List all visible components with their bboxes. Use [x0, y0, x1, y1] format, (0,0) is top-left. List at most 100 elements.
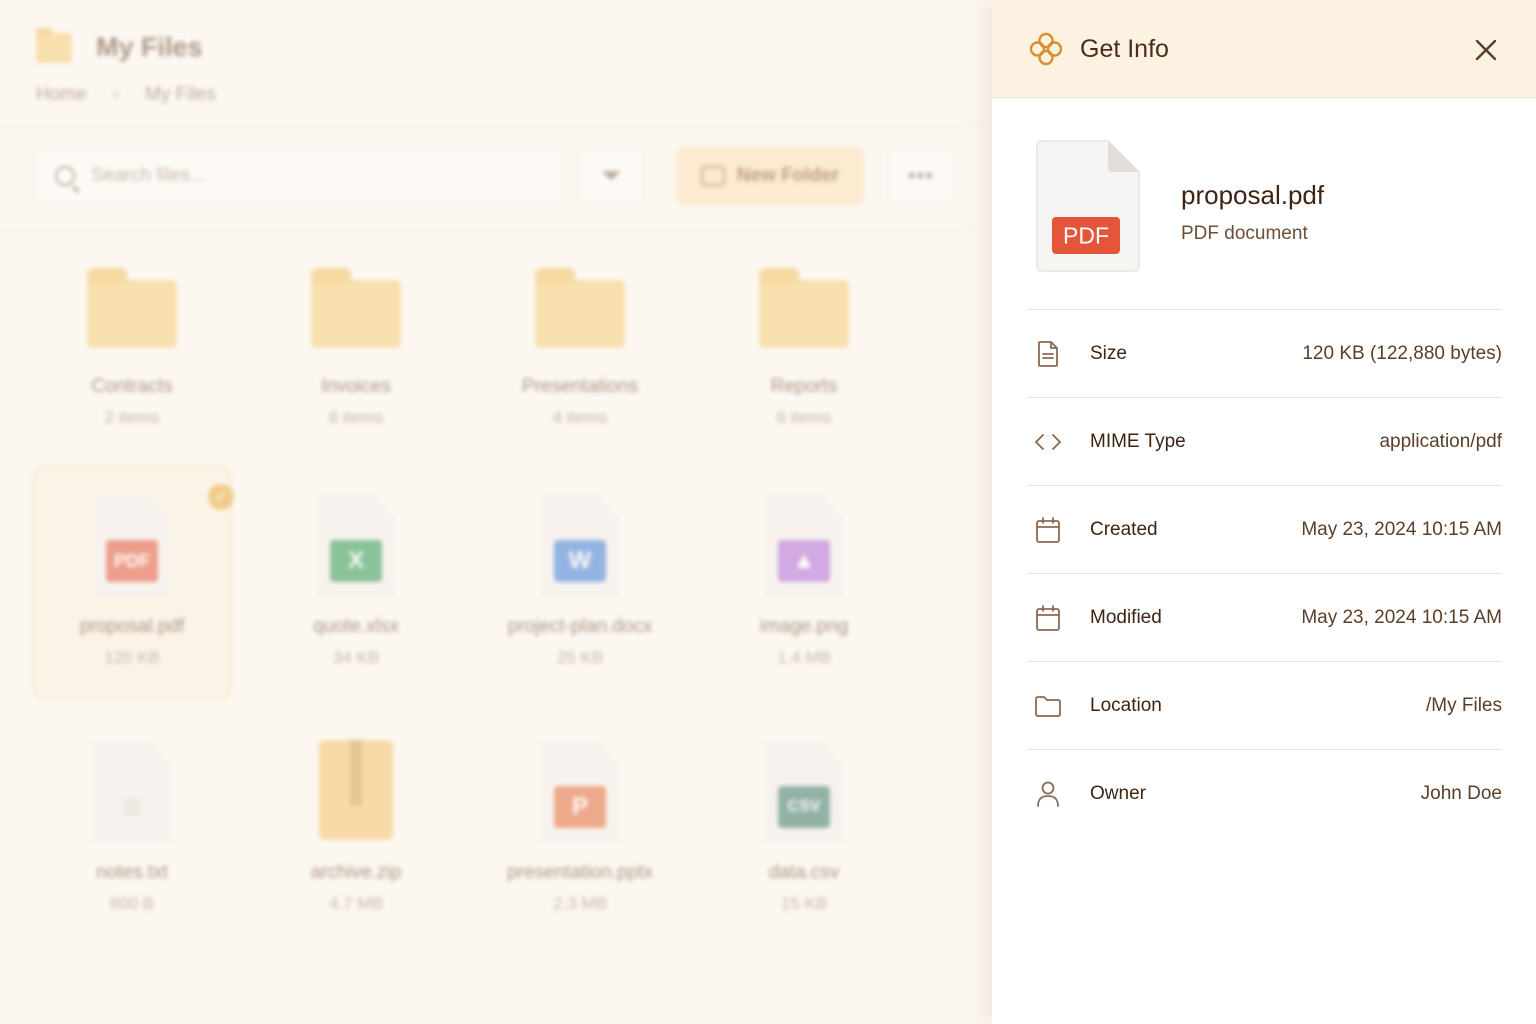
filter-button[interactable]: ⏷ — [578, 148, 644, 204]
file-manager-background: My Files Home › My Files Search files...… — [0, 0, 992, 1024]
file-type: PDF document — [1181, 223, 1308, 244]
row-value: application/pdf — [1379, 430, 1502, 452]
tile-name: data.csv — [768, 862, 840, 883]
chevron-right-icon: › — [112, 84, 120, 105]
folder-tile[interactable]: Invoices 8 items — [244, 246, 468, 428]
pdf-badge-text: PDF — [1063, 223, 1109, 249]
document-icon — [1038, 340, 1058, 367]
file-tile[interactable]: ▲ image.png 1.4 MB — [692, 494, 916, 668]
new-folder-button[interactable]: New Folder — [676, 146, 864, 206]
code-icon — [1035, 433, 1061, 450]
filter-icon: ⏷ — [600, 160, 622, 190]
folder-icon — [311, 268, 401, 348]
row-label: Size — [1090, 342, 1127, 364]
tile-name: Invoices — [321, 376, 391, 397]
csv-badge: CSV — [778, 786, 830, 828]
tile-meta: 4.7 MB — [329, 894, 383, 913]
toolbar: Search files... ⏷ New Folder ••• — [0, 126, 992, 230]
tile-name: archive.zip — [310, 862, 402, 883]
text-file-icon: ≡ — [92, 740, 172, 844]
user-icon — [1037, 781, 1059, 807]
search-input[interactable]: Search files... — [34, 148, 562, 204]
csv-file-icon: CSV — [764, 740, 844, 844]
calendar-icon — [1036, 516, 1060, 543]
txt-badge: ≡ — [122, 787, 142, 826]
get-info-panel: Get Info PDF proposal.pdf PDF document S… — [992, 0, 1536, 1024]
file-tile[interactable]: ≡ notes.txt 800 B — [20, 740, 244, 914]
tile-meta: 1.4 MB — [777, 648, 831, 667]
file-tile[interactable]: X quote.xlsx 34 KB — [244, 494, 468, 668]
breadcrumb-home[interactable]: Home — [36, 84, 87, 106]
tile-meta: 6 items — [776, 408, 832, 427]
row-label: Owner — [1090, 783, 1146, 804]
tile-meta: 800 B — [109, 894, 155, 913]
file-tile[interactable]: archive.zip 4.7 MB — [244, 740, 468, 914]
breadcrumb-current: My Files — [145, 84, 216, 105]
panel-header: Get Info — [992, 0, 1536, 98]
row-value: John Doe — [1420, 783, 1502, 804]
tile-meta: 8 items — [328, 408, 384, 427]
file-summary: PDF proposal.pdf PDF document — [1028, 98, 1502, 310]
info-row-created: Created May 23, 2024 10:15 AM — [1028, 486, 1502, 574]
folder-icon — [535, 268, 625, 348]
row-label: Location — [1090, 694, 1162, 716]
bg-header: My Files Home › My Files — [0, 0, 992, 126]
tile-meta: 15 KB — [780, 894, 828, 913]
xlsx-badge: X — [330, 540, 382, 582]
file-tile[interactable]: PDF proposal.pdf 120 KB — [20, 494, 244, 668]
docx-badge: W — [554, 540, 606, 582]
file-tile[interactable]: W project-plan.docx 25 KB — [468, 494, 692, 668]
tile-name: proposal.pdf — [79, 616, 185, 637]
row-value: May 23, 2024 10:15 AM — [1301, 518, 1502, 540]
tile-name: Reports — [770, 376, 838, 397]
row-value: May 23, 2024 10:15 AM — [1301, 606, 1502, 628]
more-button[interactable]: ••• — [888, 148, 954, 204]
more-icon: ••• — [907, 163, 935, 188]
new-folder-label: New Folder — [736, 165, 840, 186]
pdf-badge: PDF — [106, 540, 158, 582]
info-row-modified: Modified May 23, 2024 10:15 AM — [1028, 574, 1502, 662]
folder-tile[interactable]: Presentations 4 items — [468, 246, 692, 428]
row-value: /My Files — [1426, 694, 1502, 716]
pptx-badge: P — [554, 786, 606, 828]
search-placeholder: Search files... — [91, 165, 207, 186]
info-row-location: Location /My Files — [1028, 662, 1502, 750]
panel-title: Get Info — [1080, 35, 1169, 63]
folder-icon — [36, 27, 72, 63]
row-value: 120 KB (122,880 bytes) — [1302, 342, 1502, 364]
tile-meta: 2.3 MB — [553, 894, 607, 913]
page-title: My Files — [96, 32, 203, 62]
tile-name: Contracts — [91, 376, 173, 397]
pdf-file-icon: PDF — [92, 494, 172, 598]
tile-meta: 25 KB — [556, 648, 604, 667]
word-file-icon: W — [540, 494, 620, 598]
tile-name: Presentations — [521, 376, 639, 397]
file-tile[interactable]: CSV data.csv 15 KB — [692, 740, 916, 914]
row-label: Created — [1090, 518, 1158, 540]
info-row-mime-type: MIME Type application/pdf — [1028, 398, 1502, 486]
folder-tile[interactable]: Reports 6 items — [692, 246, 916, 428]
tile-meta: 2 items — [104, 408, 160, 427]
spreadsheet-file-icon: X — [316, 494, 396, 598]
search-icon — [55, 166, 75, 186]
tile-meta: 34 KB — [332, 648, 380, 667]
info-rows: Size 120 KB (122,880 bytes) MIME Type ap… — [1028, 310, 1502, 838]
file-name: proposal.pdf — [1181, 180, 1325, 210]
calendar-icon — [1036, 604, 1060, 631]
info-row-size: Size 120 KB (122,880 bytes) — [1028, 310, 1502, 398]
tile-name: image.png — [759, 616, 849, 637]
folder-plus-icon — [700, 166, 725, 186]
folder-tile[interactable]: Contracts 2 items — [20, 246, 244, 428]
tile-name: notes.txt — [96, 862, 168, 883]
row-label: MIME Type — [1090, 430, 1186, 452]
breadcrumb: Home › My Files — [36, 84, 216, 106]
tile-meta: 120 KB — [104, 648, 160, 667]
folder-icon — [87, 268, 177, 348]
image-badge: ▲ — [778, 540, 830, 582]
info-logo-icon — [1029, 32, 1063, 66]
image-file-icon: ▲ — [764, 494, 844, 598]
file-tile[interactable]: P presentation.pptx 2.3 MB — [468, 740, 692, 914]
info-row-owner: Owner John Doe — [1028, 750, 1502, 838]
pdf-file-icon: PDF — [1036, 140, 1140, 272]
close-icon[interactable] — [1470, 34, 1502, 66]
